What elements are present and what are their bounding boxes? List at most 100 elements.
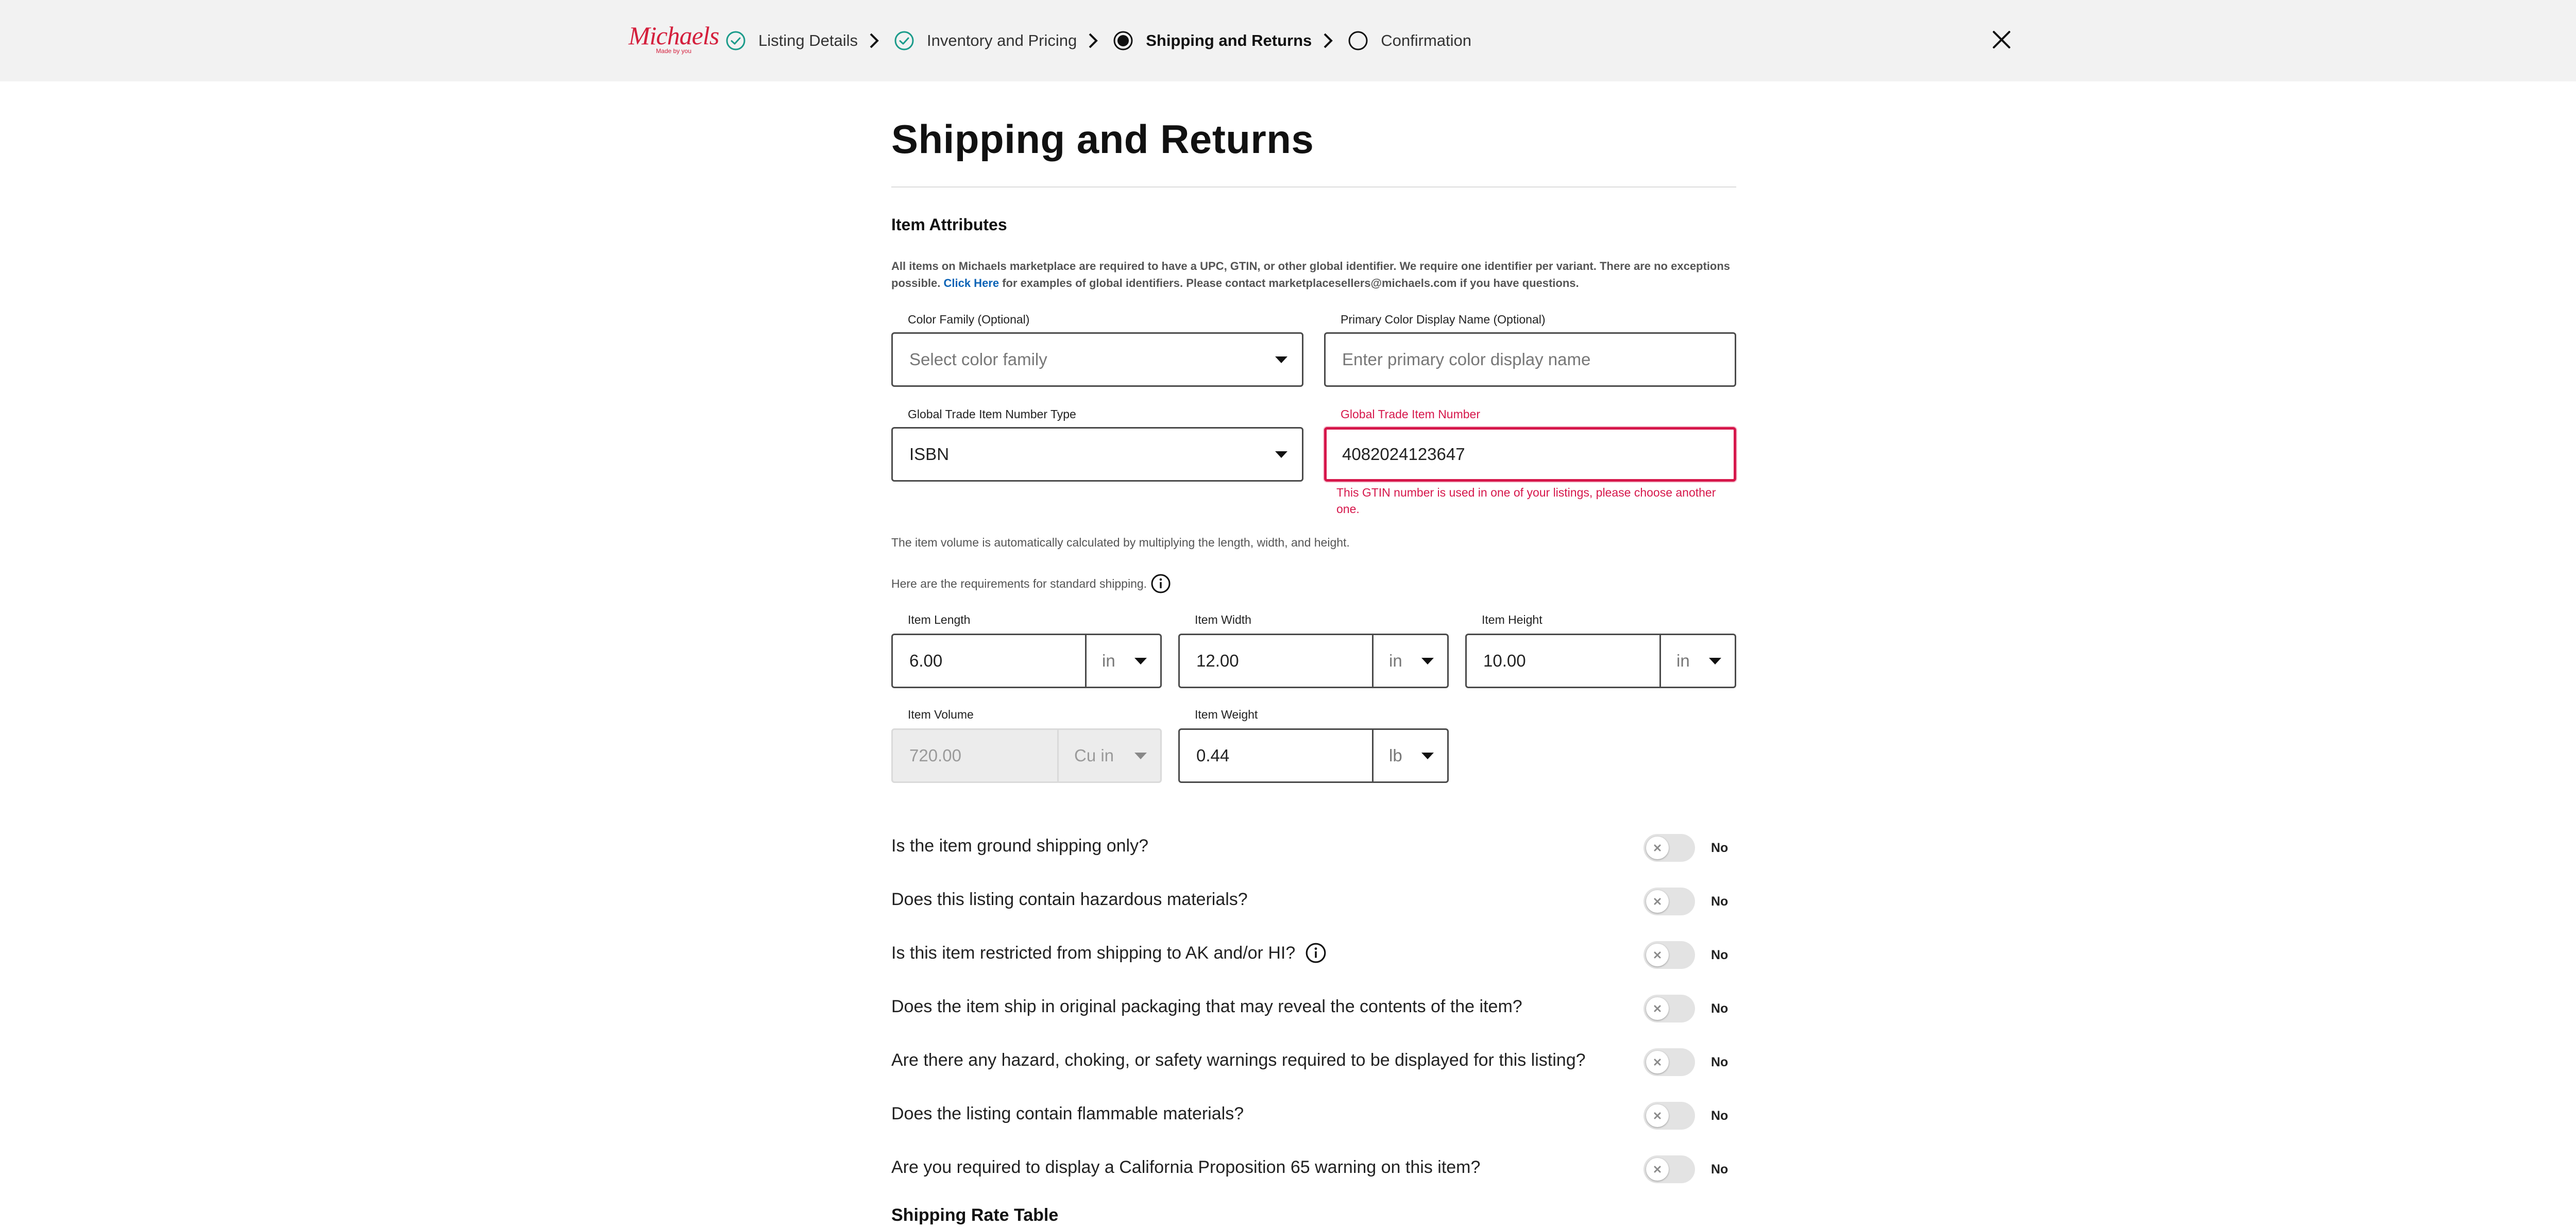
x-icon xyxy=(1654,1005,1661,1012)
item-weight-input[interactable]: 0.44 lb xyxy=(1178,728,1449,783)
primary-color-input[interactable]: Enter primary color display name xyxy=(1324,332,1736,387)
chevron-right-icon xyxy=(1322,30,1337,51)
primary-color-placeholder: Enter primary color display name xyxy=(1342,350,1591,369)
question-row: Are there any hazard, choking, or safety… xyxy=(891,1049,1586,1071)
check-circle-icon xyxy=(725,30,746,51)
item-height-label: Item Height xyxy=(1482,613,1543,626)
item-volume-input: 720.00 Cu in xyxy=(891,728,1162,783)
question-row: Does the item ship in original packaging… xyxy=(891,995,1522,1018)
toggle-knob xyxy=(1646,1104,1669,1127)
check-circle-icon xyxy=(894,30,914,51)
toggle-switch[interactable] xyxy=(1643,995,1695,1023)
primary-color-label: Primary Color Display Name (Optional) xyxy=(1341,313,1546,326)
x-icon xyxy=(1654,844,1661,851)
toggle-knob xyxy=(1646,1158,1669,1181)
toggle-switch[interactable] xyxy=(1643,941,1695,969)
click-here-link[interactable]: Click Here xyxy=(943,277,999,289)
gtin-error-message: This GTIN number is used in one of your … xyxy=(1336,486,1716,516)
question-row: Does this listing contain hazardous mate… xyxy=(891,888,1248,911)
identifier-description: All items on Michaels marketplace are re… xyxy=(891,258,1736,292)
question-text: Is this item restricted from shipping to… xyxy=(891,943,1296,963)
top-bar: Michaels Made by you Listing Details Inv… xyxy=(0,0,2576,81)
caret-down-icon xyxy=(1421,752,1434,759)
question-text: Does this listing contain hazardous mate… xyxy=(891,889,1248,909)
x-icon xyxy=(1654,898,1661,905)
toggle-switch[interactable] xyxy=(1643,888,1695,915)
logo-text: Michaels xyxy=(629,21,719,50)
caret-down-icon xyxy=(1134,657,1147,664)
gtin-input[interactable]: 4082024123647 xyxy=(1324,427,1736,482)
section-title: Item Attributes xyxy=(891,215,1007,234)
item-weight-unit-select[interactable]: lb xyxy=(1372,730,1447,781)
requirements-note: Here are the requirements for standard s… xyxy=(891,573,1172,594)
question-row: Is the item ground shipping only? xyxy=(891,834,1148,857)
color-family-label: Color Family (Optional) xyxy=(908,313,1030,326)
question-text: Does the listing contain flammable mater… xyxy=(891,1103,1244,1123)
x-icon xyxy=(1654,1112,1661,1119)
info-icon[interactable] xyxy=(1304,942,1327,964)
x-icon xyxy=(1654,951,1661,959)
step-label: Shipping and Returns xyxy=(1146,31,1312,49)
toggle-knob xyxy=(1646,944,1669,966)
page-title: Shipping and Returns xyxy=(891,116,1314,162)
michaels-logo[interactable]: Michaels Made by you xyxy=(629,23,719,55)
toggle-knob xyxy=(1646,997,1669,1020)
toggle-value-label: No xyxy=(1711,1001,1728,1016)
caret-down-icon xyxy=(1275,451,1287,458)
step-inventory-pricing[interactable]: Inventory and Pricing xyxy=(894,30,1077,51)
toggle-value-label: No xyxy=(1711,948,1728,962)
item-width-label: Item Width xyxy=(1195,613,1251,626)
toggle-switch[interactable] xyxy=(1643,1155,1695,1183)
chevron-right-icon xyxy=(1087,30,1103,51)
question-row: Is this item restricted from shipping to… xyxy=(891,942,1327,964)
color-family-placeholder: Select color family xyxy=(909,350,1047,369)
unit-value: Cu in xyxy=(1074,746,1114,765)
step-label: Listing Details xyxy=(758,31,858,49)
unit-value: lb xyxy=(1389,746,1402,765)
toggle-switch[interactable] xyxy=(1643,834,1695,862)
close-icon[interactable] xyxy=(1989,27,2014,53)
item-height-input[interactable]: 10.00 in xyxy=(1465,634,1736,688)
gtin-type-value: ISBN xyxy=(909,445,950,464)
caret-down-icon xyxy=(1134,752,1147,759)
step-listing-details[interactable]: Listing Details xyxy=(725,30,858,51)
question-text: Are you required to display a California… xyxy=(891,1157,1481,1177)
color-family-select[interactable]: Select color family xyxy=(891,332,1303,387)
unit-value: in xyxy=(1676,651,1690,670)
toggle-value-label: No xyxy=(1711,1055,1728,1069)
caret-down-icon xyxy=(1421,657,1434,664)
gtin-type-label: Global Trade Item Number Type xyxy=(908,407,1076,421)
progress-steps: Listing Details Inventory and Pricing Sh… xyxy=(725,28,1471,54)
description-text: for examples of global identifiers. Plea… xyxy=(1002,277,1579,289)
step-shipping-returns[interactable]: Shipping and Returns xyxy=(1113,30,1312,51)
toggle-knob xyxy=(1646,1051,1669,1073)
circle-outline-icon xyxy=(1348,30,1368,51)
item-width-unit-select[interactable]: in xyxy=(1372,635,1447,687)
unit-value: in xyxy=(1102,651,1115,670)
toggle-value-label: No xyxy=(1711,841,1728,855)
info-icon[interactable] xyxy=(1150,573,1172,594)
item-volume-label: Item Volume xyxy=(908,708,974,721)
toggle-value-label: No xyxy=(1711,1109,1728,1123)
x-icon xyxy=(1654,1059,1661,1066)
caret-down-icon xyxy=(1709,657,1721,664)
toggle-switch[interactable] xyxy=(1643,1048,1695,1076)
item-length-unit-select[interactable]: in xyxy=(1085,635,1160,687)
divider xyxy=(891,186,1736,188)
gtin-value: 4082024123647 xyxy=(1342,445,1465,464)
chevron-right-icon xyxy=(868,30,884,51)
unit-value: in xyxy=(1389,651,1402,670)
step-label: Confirmation xyxy=(1381,31,1472,49)
toggle-value-label: No xyxy=(1711,894,1728,909)
item-length-input[interactable]: 6.00 in xyxy=(891,634,1162,688)
item-volume-unit-select: Cu in xyxy=(1057,730,1160,781)
item-height-unit-select[interactable]: in xyxy=(1659,635,1735,687)
toggle-value-label: No xyxy=(1711,1162,1728,1177)
gtin-label: Global Trade Item Number xyxy=(1341,407,1481,421)
item-width-input[interactable]: 12.00 in xyxy=(1178,634,1449,688)
step-confirmation[interactable]: Confirmation xyxy=(1348,30,1471,51)
x-icon xyxy=(1654,1166,1661,1173)
gtin-type-select[interactable]: ISBN xyxy=(891,427,1303,482)
toggle-switch[interactable] xyxy=(1643,1102,1695,1130)
toggle-knob xyxy=(1646,890,1669,913)
